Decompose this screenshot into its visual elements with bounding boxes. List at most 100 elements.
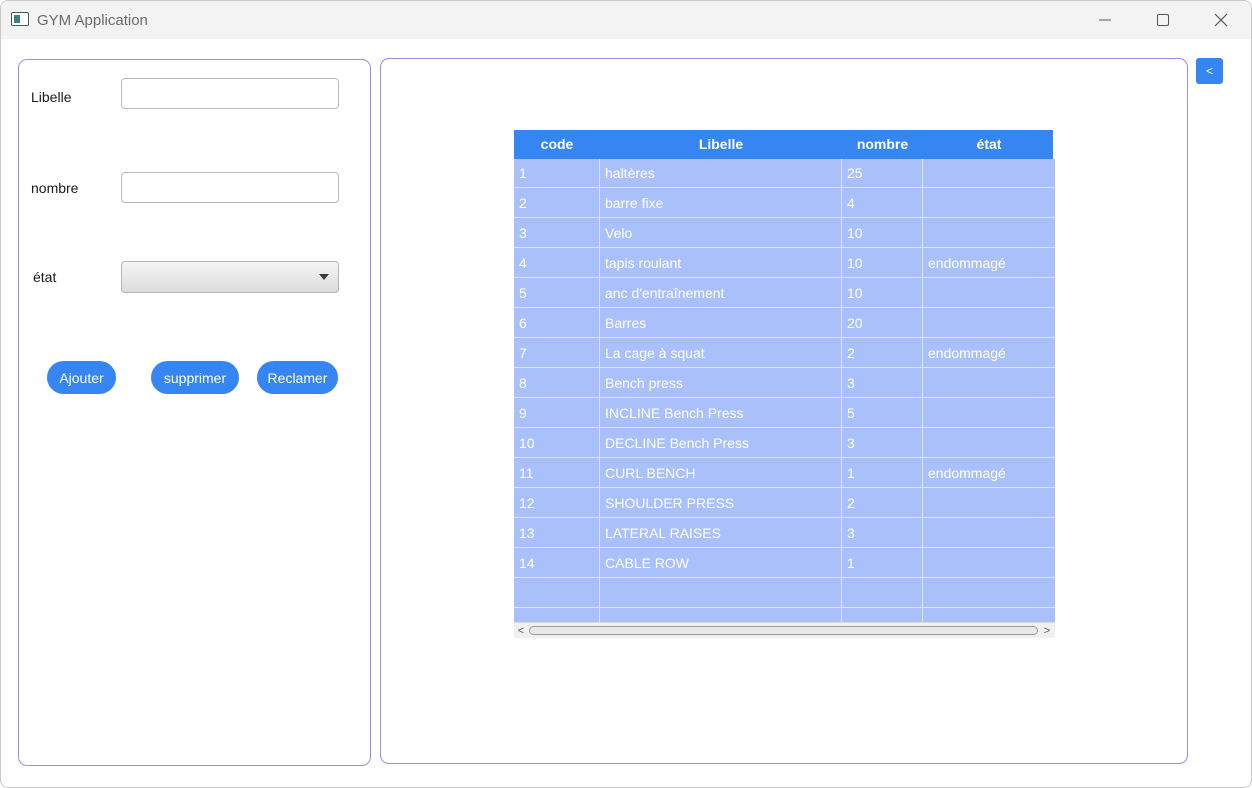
cell-nombre: 3 — [842, 429, 922, 458]
cell-nombre: 4 — [842, 189, 922, 218]
window-title: GYM Application — [37, 12, 148, 29]
table-row[interactable]: 14 CABLE ROW 1 — [514, 549, 1055, 579]
table-row[interactable]: 2 barre fixe 4 — [514, 189, 1055, 219]
column-header-etat[interactable]: état — [923, 130, 1055, 159]
libelle-input[interactable] — [121, 78, 339, 109]
app-window: GYM Application Libelle nombre état Ajou… — [0, 0, 1252, 788]
column-header-nombre[interactable]: nombre — [842, 130, 923, 159]
nombre-input[interactable] — [121, 172, 339, 203]
close-button[interactable] — [1192, 1, 1250, 39]
cell-code: 6 — [514, 309, 599, 338]
cell-libelle — [600, 579, 841, 608]
cell-etat — [923, 429, 1055, 458]
cell-code: 11 — [514, 459, 599, 488]
cell-nombre: 25 — [842, 159, 922, 188]
cell-libelle: haltères — [600, 159, 841, 188]
cell-libelle: La cage à squat — [600, 339, 841, 368]
cell-nombre: 1 — [842, 549, 922, 578]
cell-code: 13 — [514, 519, 599, 548]
cell-libelle: LATERAL RAISES — [600, 519, 841, 548]
back-button[interactable]: < — [1196, 58, 1223, 84]
cell-nombre: 3 — [842, 369, 922, 398]
table-row[interactable]: 11 CURL BENCH 1 endommagé — [514, 459, 1055, 489]
cell-code — [514, 609, 599, 623]
column-header-code[interactable]: code — [514, 130, 600, 159]
cell-etat — [923, 519, 1055, 548]
cell-nombre: 2 — [842, 339, 922, 368]
reclamer-button[interactable]: Reclamer — [257, 361, 338, 394]
cell-etat — [923, 489, 1055, 518]
cell-libelle: Bench press — [600, 369, 841, 398]
cell-code: 9 — [514, 399, 599, 428]
scrollbar-thumb[interactable] — [529, 626, 1038, 635]
cell-code — [514, 579, 599, 608]
cell-libelle: tapis roulant — [600, 249, 841, 278]
table-row[interactable]: 7 La cage à squat 2 endommagé — [514, 339, 1055, 369]
table-header: code Libelle nombre état — [514, 130, 1053, 159]
cell-etat — [923, 279, 1055, 308]
cell-code: 5 — [514, 279, 599, 308]
cell-libelle: Velo — [600, 219, 841, 248]
table-row[interactable]: 12 SHOULDER PRESS 2 — [514, 489, 1055, 519]
cell-etat: endommagé — [923, 249, 1055, 278]
cell-libelle: SHOULDER PRESS — [600, 489, 841, 518]
cell-etat — [923, 189, 1055, 218]
table-row[interactable]: 13 LATERAL RAISES 3 — [514, 519, 1055, 549]
cell-nombre — [842, 579, 922, 608]
etat-select[interactable] — [121, 261, 339, 293]
cell-nombre: 1 — [842, 459, 922, 488]
ajouter-button[interactable]: Ajouter — [47, 361, 116, 394]
cell-libelle: CURL BENCH — [600, 459, 841, 488]
equipment-table[interactable]: code Libelle nombre état 1 haltères 25 2 bar… — [514, 130, 1055, 638]
table-row[interactable]: 6 Barres 20 — [514, 309, 1055, 339]
table-row[interactable]: 5 anc d'entraînement 10 — [514, 279, 1055, 309]
table-row[interactable]: 3 Velo 10 — [514, 219, 1055, 249]
minimize-icon — [1099, 19, 1111, 21]
cell-libelle: CABLE ROW — [600, 549, 841, 578]
table-row[interactable] — [514, 579, 1055, 609]
cell-code: 8 — [514, 369, 599, 398]
table-row[interactable]: 1 haltères 25 — [514, 159, 1055, 189]
cell-nombre: 2 — [842, 489, 922, 518]
cell-code: 2 — [514, 189, 599, 218]
title-bar[interactable]: GYM Application — [1, 1, 1251, 39]
table-row[interactable]: 9 INCLINE Bench Press 5 — [514, 399, 1055, 429]
supprimer-button[interactable]: supprimer — [151, 361, 239, 394]
table-row[interactable]: 4 tapis roulant 10 endommagé — [514, 249, 1055, 279]
cell-nombre: 10 — [842, 279, 922, 308]
cell-etat — [923, 159, 1055, 188]
maximize-icon — [1157, 14, 1169, 26]
cell-etat — [923, 549, 1055, 578]
maximize-button[interactable] — [1134, 1, 1192, 39]
cell-etat — [923, 369, 1055, 398]
scroll-right-icon[interactable]: > — [1040, 624, 1054, 638]
cell-etat — [923, 399, 1055, 428]
cell-code: 10 — [514, 429, 599, 458]
table-row[interactable] — [514, 609, 1055, 623]
cell-nombre — [842, 609, 922, 623]
minimize-button[interactable] — [1076, 1, 1134, 39]
cell-etat — [923, 219, 1055, 248]
cell-nombre: 5 — [842, 399, 922, 428]
table-row[interactable]: 10 DECLINE Bench Press 3 — [514, 429, 1055, 459]
column-header-libelle[interactable]: Libelle — [600, 130, 842, 159]
scroll-left-icon[interactable]: < — [514, 624, 528, 638]
cell-libelle: Barres — [600, 309, 841, 338]
cell-code: 3 — [514, 219, 599, 248]
cell-etat: endommagé — [923, 339, 1055, 368]
cell-etat — [923, 609, 1055, 623]
horizontal-scrollbar[interactable]: < > — [514, 622, 1055, 638]
cell-libelle: DECLINE Bench Press — [600, 429, 841, 458]
cell-etat — [923, 579, 1055, 608]
table-row[interactable]: 8 Bench press 3 — [514, 369, 1055, 399]
table-body: 1 haltères 25 2 barre fixe 4 3 Velo 10 4 tapis rou… — [514, 159, 1055, 623]
form-panel: Libelle nombre état Ajouter supprimer Re… — [18, 59, 371, 766]
cell-code: 4 — [514, 249, 599, 278]
cell-nombre: 10 — [842, 219, 922, 248]
cell-libelle: anc d'entraînement — [600, 279, 841, 308]
cell-etat — [923, 309, 1055, 338]
cell-code: 12 — [514, 489, 599, 518]
cell-libelle — [600, 609, 841, 623]
cell-etat: endommagé — [923, 459, 1055, 488]
cell-code: 7 — [514, 339, 599, 368]
